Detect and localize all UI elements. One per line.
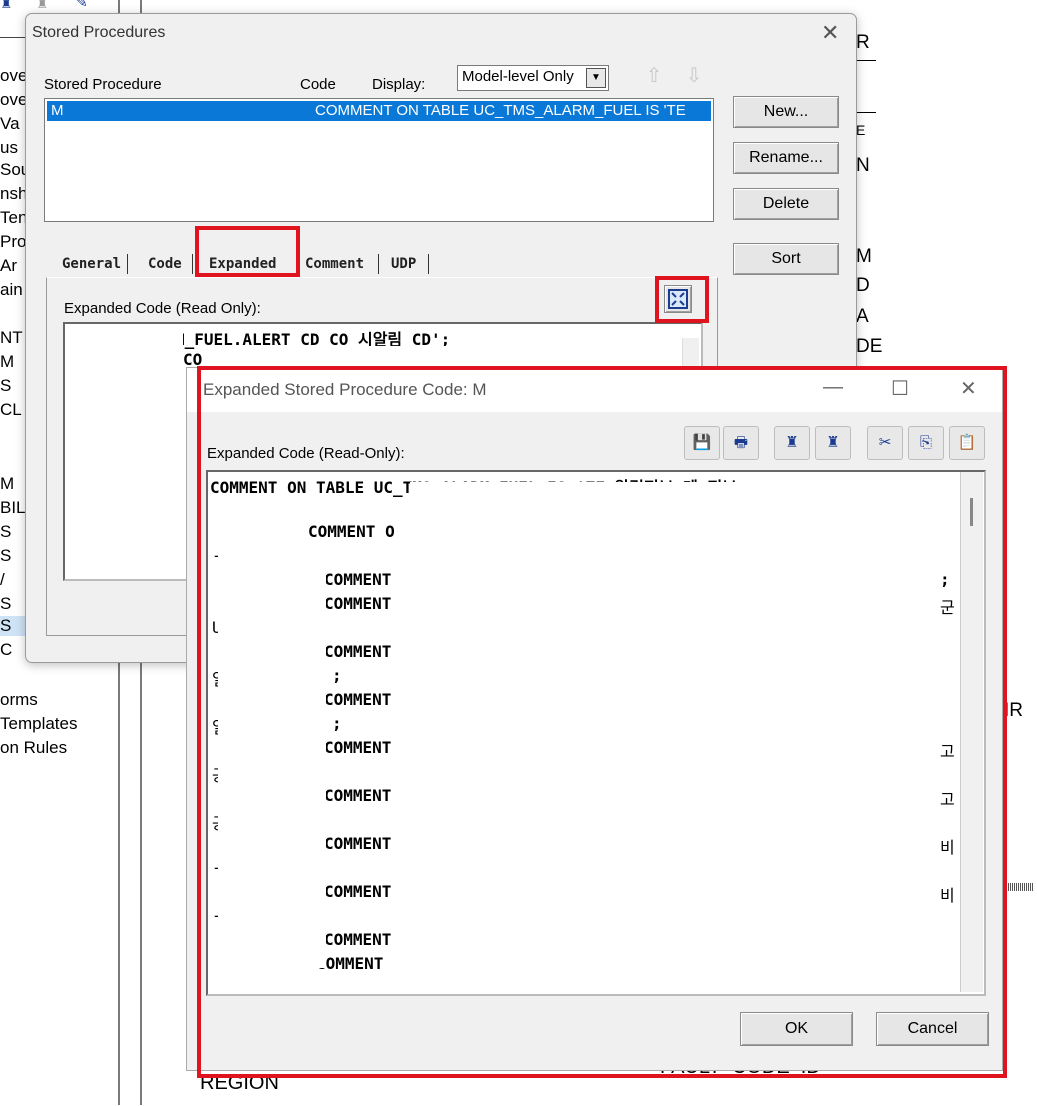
redaction — [218, 538, 326, 968]
tab-separator — [428, 254, 429, 274]
delete-button[interactable]: Delete — [733, 188, 839, 220]
code-fragment: 비 — [940, 838, 955, 857]
ok-button[interactable]: OK — [740, 1012, 853, 1046]
binoculars-gray-icon[interactable]: ♜ — [36, 0, 49, 12]
expanded-code-label: Expanded Code (Read Only): — [64, 300, 261, 317]
code-column-label: Code — [300, 76, 336, 93]
code-line: COMMENT — [324, 642, 392, 661]
bg-toolbar-icons: ♜ ♜ ✎ — [0, 0, 118, 12]
find-icon: ♜ — [785, 434, 799, 451]
expand-window-icon — [668, 289, 688, 309]
expanded-code-dialog: Expanded Stored Procedure Code: M — ☐ ✕ … — [186, 367, 1003, 1071]
diagram-hatch — [1004, 883, 1034, 891]
code-fragment: 고 — [940, 742, 955, 761]
tab-udp[interactable]: UDP — [391, 256, 416, 272]
minimize-icon[interactable]: — — [823, 376, 843, 399]
cut-icon: ✂ — [878, 434, 892, 451]
display-select-value: Model-level Only — [462, 68, 574, 85]
list-item-selected[interactable]: M COMMENT ON TABLE UC_TMS_ALARM_FUEL IS … — [47, 101, 711, 121]
code-fragment: 군 — [940, 598, 955, 617]
code-line: COMMENT — [324, 786, 392, 805]
replace-icon: ♜ — [826, 434, 840, 451]
replace-button[interactable]: ♜ — [815, 426, 851, 460]
diagram-text: D — [856, 275, 870, 296]
paste-icon: 📋 — [957, 434, 977, 451]
binoculars-icon[interactable]: ♜ — [0, 0, 13, 12]
tab-comment[interactable]: Comment — [305, 256, 364, 272]
code-line: COMMENT — [324, 738, 392, 757]
code-fragment: 고 — [940, 790, 955, 809]
diagram-text: E — [856, 122, 866, 138]
close-icon[interactable]: ✕ — [821, 20, 839, 46]
tab-code[interactable]: Code — [148, 256, 182, 272]
cancel-button[interactable]: Cancel — [876, 1012, 989, 1046]
close-icon[interactable]: ✕ — [960, 376, 977, 401]
display-label: Display: — [372, 76, 426, 93]
diagram-bottom-strip — [186, 1069, 1001, 1106]
diagram-text: IR — [1004, 700, 1023, 721]
tab-expanded[interactable]: Expanded — [209, 256, 276, 272]
code-line: ; — [332, 666, 342, 685]
expand-code-button[interactable] — [664, 285, 692, 313]
redaction — [410, 482, 940, 980]
copy-button[interactable]: ⎘ — [908, 426, 944, 460]
chevron-down-icon[interactable]: ▼ — [586, 68, 606, 88]
diagram-text: DE — [856, 336, 883, 357]
diagram-text: A — [856, 306, 869, 327]
redaction — [220, 498, 306, 516]
sort-button[interactable]: Sort — [733, 243, 839, 275]
pencil-icon[interactable]: ✎ — [76, 0, 88, 11]
code-fragment: 비 — [940, 886, 955, 905]
rename-button[interactable]: Rename... — [733, 142, 839, 174]
diagram-text: R — [856, 32, 870, 53]
stored-procedure-list[interactable]: M COMMENT ON TABLE UC_TMS_ALARM_FUEL IS … — [44, 98, 714, 222]
print-icon: 🖶 — [733, 434, 749, 451]
code-line: COMMENT — [324, 594, 392, 613]
copy-icon: ⎘ — [919, 434, 932, 451]
tab-general[interactable]: General — [62, 256, 121, 272]
save-icon: 💾 — [692, 434, 712, 451]
scrollbar-thumb[interactable] — [970, 498, 973, 526]
diagram-text: N — [856, 155, 870, 176]
stored-procedure-column-label: Stored Procedure — [44, 76, 162, 93]
expanded-code-label: Expanded Code (Read-Only): — [207, 445, 405, 462]
dialog-title: Stored Procedures — [32, 24, 166, 41]
code-line: COMMENT — [324, 570, 392, 589]
code-line: ; — [332, 714, 342, 733]
cut-button[interactable]: ✂ — [867, 426, 903, 460]
procedure-name: M — [51, 102, 64, 119]
tree-item[interactable]: Templates — [0, 714, 118, 734]
code-line: COMMENT — [324, 834, 392, 853]
tab-separator — [127, 254, 128, 274]
tab-separator — [192, 254, 193, 274]
new-button[interactable]: New... — [733, 96, 839, 128]
procedure-code-preview: COMMENT ON TABLE UC_TMS_ALARM_FUEL IS 'T… — [315, 102, 686, 119]
code-line: COMMENT — [324, 690, 392, 709]
maximize-icon[interactable]: ☐ — [891, 376, 909, 401]
diagram-text: M — [856, 246, 872, 267]
display-select[interactable]: Model-level Only ▼ — [457, 65, 609, 91]
tree-item[interactable]: on Rules — [0, 738, 118, 758]
redaction — [65, 324, 183, 579]
paste-button[interactable]: 📋 — [949, 426, 985, 460]
code-line: COMMENT — [316, 954, 384, 973]
dialog-title: Expanded Stored Procedure Code: M — [203, 380, 487, 399]
code-fragment: ; — [940, 570, 950, 589]
save-button[interactable]: 💾 — [684, 426, 720, 460]
print-button[interactable]: 🖶 — [723, 426, 759, 460]
tree-item[interactable]: orms — [0, 690, 118, 710]
move-down-icon[interactable]: ⇩ — [680, 64, 708, 88]
diagram-line — [856, 112, 876, 113]
code-line: COMMENT — [324, 930, 392, 949]
diagram-line — [856, 60, 876, 61]
expanded-code-readonly[interactable]: COMMENT ON TABLE UC_TMS_ALARM_FUEL IS 'T… — [206, 470, 986, 996]
tab-separator — [378, 254, 379, 274]
find-button[interactable]: ♜ — [774, 426, 810, 460]
scrollbar[interactable] — [960, 472, 983, 992]
move-up-icon[interactable]: ⇧ — [640, 64, 668, 88]
code-line: COMMENT — [324, 882, 392, 901]
diagram-text: REGION — [200, 1072, 279, 1094]
